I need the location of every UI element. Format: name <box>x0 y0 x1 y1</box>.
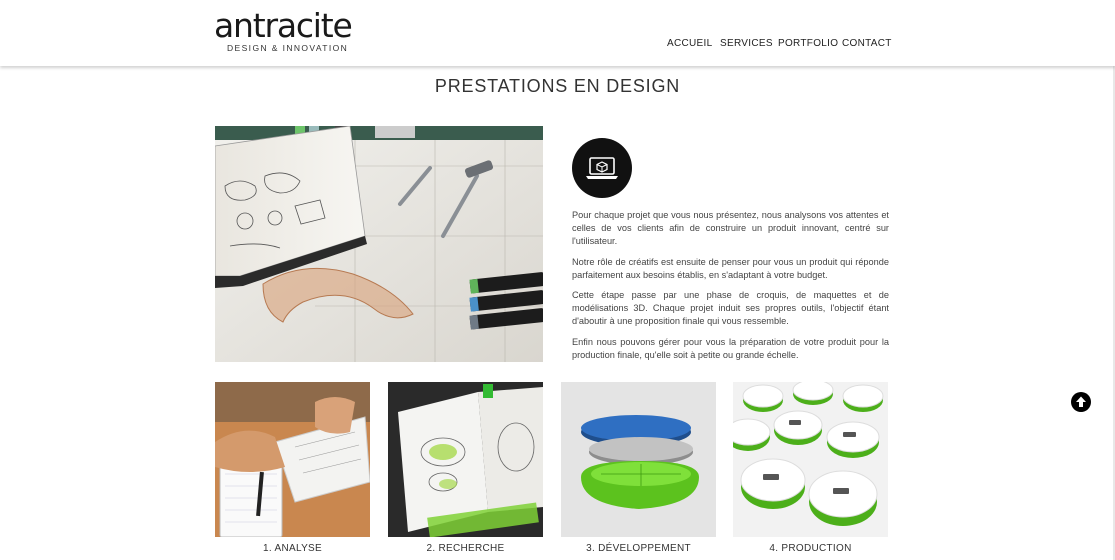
service-description: Pour chaque projet que vous nous présent… <box>572 209 889 369</box>
paragraph: Cette étape passe par une phase de croqu… <box>572 290 889 327</box>
thumb-production-image[interactable] <box>733 382 888 537</box>
thumb-recherche-image[interactable] <box>388 382 543 537</box>
step-label-production: 4. PRODUCTION <box>769 543 852 554</box>
page-title: PRESTATIONS EN DESIGN <box>434 76 681 96</box>
hero-image <box>215 126 543 362</box>
paragraph: Pour chaque projet que vous nous présent… <box>572 210 889 247</box>
main-nav: ACCUEIL SERVICES PORTFOLIO CONTACT <box>0 38 1115 52</box>
nav-item-services[interactable]: SERVICES <box>720 38 773 49</box>
nav-item-portfolio[interactable]: PORTFOLIO <box>778 38 838 49</box>
thumb-analyse-image[interactable] <box>215 382 370 537</box>
nav-item-contact[interactable]: CONTACT <box>842 38 892 49</box>
step-label-recherche: 2. RECHERCHE <box>426 543 505 554</box>
site-header: antracite DESIGN & INNOVATION ACCUEIL SE… <box>0 0 1115 66</box>
thumb-developpement-image[interactable] <box>561 382 716 537</box>
laptop-cube-icon <box>572 138 632 198</box>
step-label-analyse: 1. ANALYSE <box>263 543 322 554</box>
step-label-developpement: 3. DÉVELOPPEMENT <box>586 543 691 554</box>
paragraph: Notre rôle de créatifs est ensuite de pe… <box>572 256 889 280</box>
nav-item-accueil[interactable]: ACCUEIL <box>667 38 712 49</box>
scroll-to-top-button[interactable] <box>1071 392 1091 412</box>
paragraph: Enfin nous pouvons gérer pour vous la pr… <box>572 336 889 360</box>
arrow-up-icon <box>1076 396 1086 407</box>
